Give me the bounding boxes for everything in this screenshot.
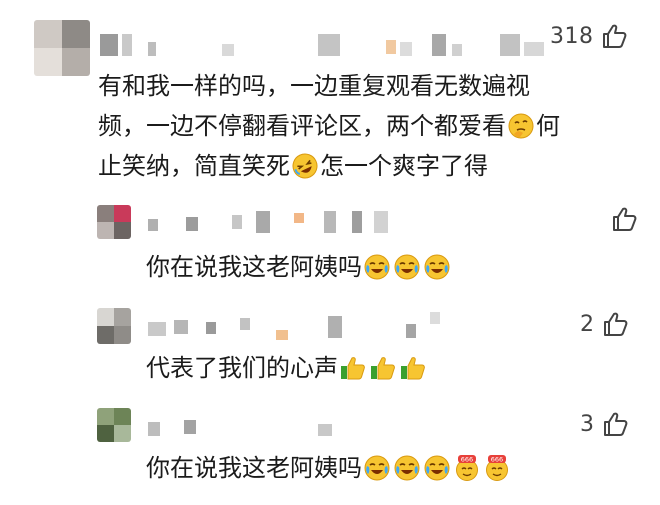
comment-3: 2 代表了我们的心声 (0, 300, 660, 400)
comment-1: 318 有和我一样的吗，一边重复观看无数遍视 频，一边不停翻看评论区，两个都爱看… (0, 0, 660, 190)
comment-text: 代表了我们的心声 (146, 348, 626, 388)
avatar[interactable] (97, 205, 131, 239)
thinking-face-emoji (508, 113, 534, 139)
avatar[interactable] (97, 308, 131, 344)
avatar[interactable] (97, 408, 131, 442)
comment-2: 你在说我这老阿姨吗 (0, 195, 660, 295)
like-button[interactable]: 318 (550, 22, 628, 50)
thumbs-up-emoji (370, 355, 396, 381)
username-blurred[interactable] (148, 418, 348, 440)
thumbs-up-emoji (340, 355, 366, 381)
comment-4: 3 你在说我这老阿姨吗 666 666 (0, 402, 660, 505)
crying-laughing-face-emoji (364, 455, 390, 481)
comment-text: 你在说我这老阿姨吗 (146, 247, 626, 287)
username-blurred[interactable] (148, 312, 448, 340)
comment-line-3: 止笑纳，简直笑死 怎一个爽字了得 (98, 152, 488, 180)
like-count: 3 (580, 411, 595, 437)
like-button[interactable]: 3 (580, 410, 629, 438)
666-badge-text: 666 (461, 456, 473, 464)
crying-laughing-face-emoji (364, 254, 390, 280)
like-button[interactable] (604, 205, 638, 233)
crying-laughing-face-emoji (424, 254, 450, 280)
thumbs-up-outline-icon (600, 22, 628, 50)
thumbs-up-emoji (400, 355, 426, 381)
thumbs-up-outline-icon (601, 410, 629, 438)
avatar[interactable] (34, 20, 90, 76)
comment-text: 有和我一样的吗，一边重复观看无数遍视 频，一边不停翻看评论区，两个都爱看 何 止… (98, 66, 638, 186)
like-count: 2 (580, 311, 595, 337)
thumbs-up-outline-icon (601, 310, 629, 338)
crying-laughing-face-emoji (424, 455, 450, 481)
comment-text: 你在说我这老阿姨吗 666 666 (146, 448, 646, 488)
crying-laughing-face-emoji (394, 254, 420, 280)
crying-laughing-face-emoji (394, 455, 420, 481)
comment-line-2: 频，一边不停翻看评论区，两个都爱看 何 (98, 112, 560, 140)
thumbs-up-outline-icon (610, 205, 638, 233)
username-blurred[interactable] (148, 211, 418, 233)
username-blurred[interactable] (100, 34, 544, 56)
666-face-emoji: 666 (454, 455, 480, 481)
comment-line-1: 有和我一样的吗，一边重复观看无数遍视 (98, 72, 530, 100)
rofl-face-emoji (292, 153, 318, 179)
like-button[interactable]: 2 (580, 310, 629, 338)
666-badge-text: 666 (491, 456, 503, 464)
666-face-emoji: 666 (484, 455, 510, 481)
like-count: 318 (550, 23, 594, 49)
